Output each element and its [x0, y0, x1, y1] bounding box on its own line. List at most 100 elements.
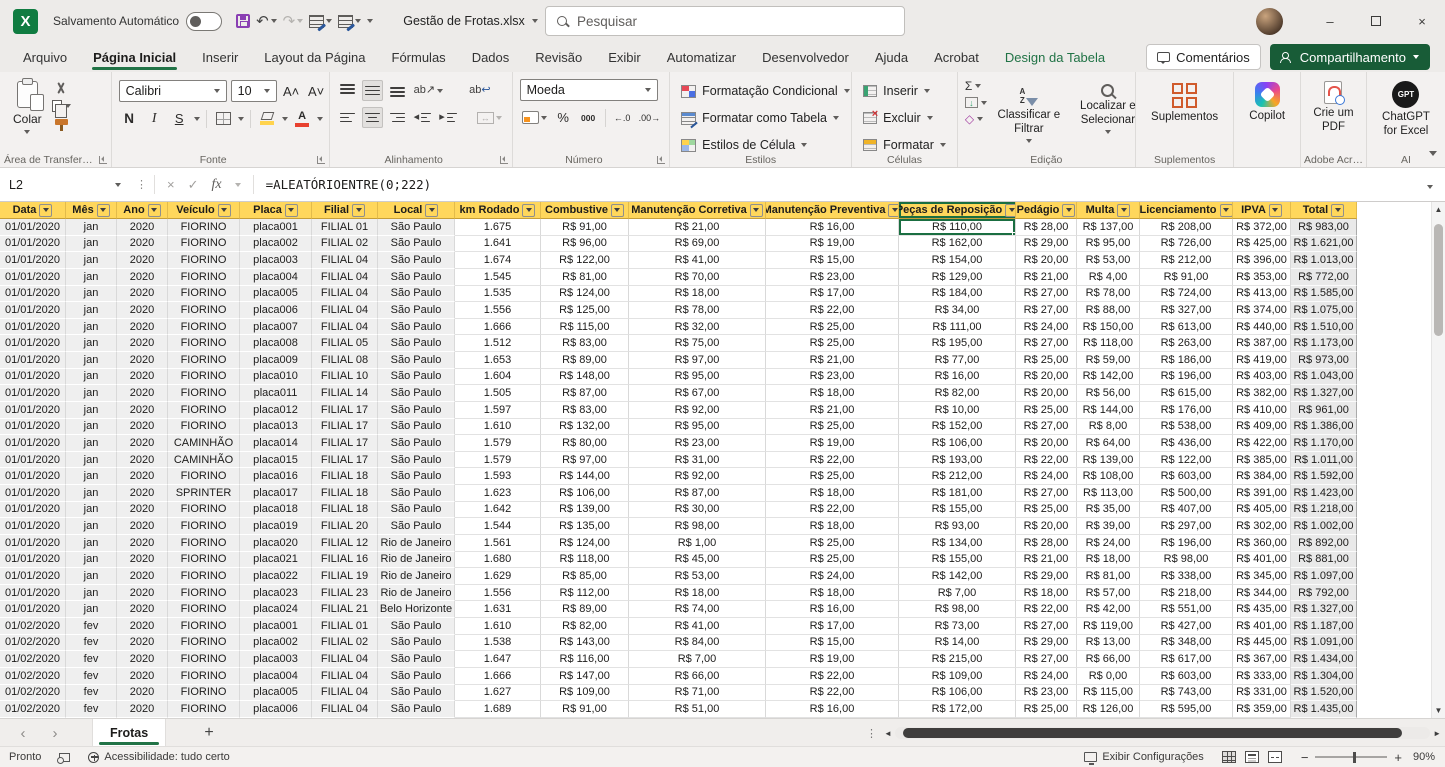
- cell[interactable]: jan: [66, 485, 117, 502]
- cell[interactable]: jan: [66, 435, 117, 452]
- cell[interactable]: R$ 215,00: [899, 651, 1016, 668]
- cell[interactable]: 2020: [117, 335, 168, 352]
- cell[interactable]: R$ 1.386,00: [1291, 419, 1357, 436]
- filter-button[interactable]: [1220, 204, 1233, 217]
- cell[interactable]: 01/01/2020: [0, 568, 66, 585]
- cell[interactable]: jan: [66, 452, 117, 469]
- cell[interactable]: R$ 0,00: [1077, 668, 1140, 685]
- cell[interactable]: placa006: [240, 302, 312, 319]
- cell[interactable]: R$ 74,00: [629, 601, 766, 618]
- tab-pagina-inicial[interactable]: Página Inicial: [80, 42, 189, 72]
- cell[interactable]: R$ 20,00: [1016, 252, 1077, 269]
- column-header-local[interactable]: Local: [378, 202, 455, 219]
- cell[interactable]: São Paulo: [378, 485, 455, 502]
- cell[interactable]: jan: [66, 402, 117, 419]
- cell[interactable]: R$ 95,00: [629, 419, 766, 436]
- underline-button[interactable]: S: [169, 108, 190, 129]
- cell[interactable]: São Paulo: [378, 269, 455, 286]
- cell[interactable]: FIORINO: [168, 252, 240, 269]
- cell[interactable]: FILIAL 18: [312, 485, 378, 502]
- cell[interactable]: 1.561: [455, 535, 541, 552]
- cell[interactable]: FILIAL 17: [312, 419, 378, 436]
- cell[interactable]: 1.629: [455, 568, 541, 585]
- cell[interactable]: 1.623: [455, 485, 541, 502]
- cell[interactable]: 1.505: [455, 385, 541, 402]
- cell[interactable]: jan: [66, 385, 117, 402]
- cell[interactable]: R$ 401,00: [1233, 618, 1291, 635]
- cell[interactable]: FIORINO: [168, 468, 240, 485]
- chevron-down-icon[interactable]: [975, 84, 981, 88]
- cell[interactable]: R$ 413,00: [1233, 286, 1291, 303]
- cell[interactable]: R$ 88,00: [1077, 302, 1140, 319]
- cell[interactable]: R$ 1.218,00: [1291, 502, 1357, 519]
- chevron-down-icon[interactable]: [981, 101, 987, 105]
- cell[interactable]: FIORINO: [168, 302, 240, 319]
- cell[interactable]: R$ 56,00: [1077, 385, 1140, 402]
- cell[interactable]: R$ 7,00: [899, 585, 1016, 602]
- cell[interactable]: FILIAL 05: [312, 335, 378, 352]
- filter-button[interactable]: [1269, 204, 1282, 217]
- cell[interactable]: São Paulo: [378, 618, 455, 635]
- cell[interactable]: R$ 16,00: [899, 369, 1016, 386]
- cell[interactable]: FIORINO: [168, 552, 240, 569]
- expand-formula-bar-button[interactable]: [1427, 176, 1433, 194]
- cell[interactable]: FIORINO: [168, 651, 240, 668]
- cell[interactable]: R$ 13,00: [1077, 635, 1140, 652]
- paste-button[interactable]: Colar: [7, 79, 48, 136]
- cell[interactable]: São Paulo: [378, 219, 455, 236]
- cell[interactable]: R$ 85,00: [541, 568, 629, 585]
- wrap-text-button[interactable]: ab↩: [467, 80, 492, 101]
- cell[interactable]: R$ 89,00: [541, 352, 629, 369]
- cell[interactable]: 2020: [117, 502, 168, 519]
- cell[interactable]: São Paulo: [378, 468, 455, 485]
- dialog-launcher-icon[interactable]: [657, 156, 665, 164]
- cell[interactable]: CAMINHÃO: [168, 452, 240, 469]
- fill-button[interactable]: ↓: [965, 97, 987, 108]
- cell[interactable]: R$ 143,00: [541, 635, 629, 652]
- cell[interactable]: FILIAL 23: [312, 585, 378, 602]
- cell[interactable]: R$ 353,00: [1233, 269, 1291, 286]
- cell[interactable]: R$ 155,00: [899, 502, 1016, 519]
- cell[interactable]: R$ 109,00: [541, 685, 629, 702]
- cell[interactable]: R$ 333,00: [1233, 668, 1291, 685]
- cell[interactable]: R$ 422,00: [1233, 435, 1291, 452]
- cell[interactable]: placa019: [240, 518, 312, 535]
- cell[interactable]: R$ 208,00: [1140, 219, 1233, 236]
- cell[interactable]: 01/01/2020: [0, 502, 66, 519]
- cell[interactable]: R$ 263,00: [1140, 335, 1233, 352]
- cell[interactable]: placa014: [240, 435, 312, 452]
- cell[interactable]: R$ 360,00: [1233, 535, 1291, 552]
- cell[interactable]: FILIAL 16: [312, 552, 378, 569]
- cell[interactable]: R$ 24,00: [1016, 319, 1077, 336]
- horizontal-scroll-thumb[interactable]: [903, 728, 1402, 738]
- cell[interactable]: R$ 139,00: [1077, 452, 1140, 469]
- cell[interactable]: R$ 152,00: [899, 419, 1016, 436]
- cell[interactable]: R$ 22,00: [766, 685, 899, 702]
- cell[interactable]: 2020: [117, 585, 168, 602]
- italic-button[interactable]: I: [144, 108, 165, 129]
- clear-button[interactable]: ◇: [965, 112, 987, 126]
- cell[interactable]: R$ 1.423,00: [1291, 485, 1357, 502]
- page-layout-view-button[interactable]: [1245, 751, 1259, 763]
- cell[interactable]: R$ 387,00: [1233, 335, 1291, 352]
- filter-button[interactable]: [1062, 204, 1075, 217]
- increase-indent-button[interactable]: ▸: [437, 107, 459, 128]
- cell[interactable]: FILIAL 04: [312, 252, 378, 269]
- cell[interactable]: R$ 1.011,00: [1291, 452, 1357, 469]
- cell[interactable]: R$ 551,00: [1140, 601, 1233, 618]
- cell[interactable]: R$ 19,00: [766, 435, 899, 452]
- cell[interactable]: FILIAL 17: [312, 402, 378, 419]
- formula-input[interactable]: =ALEATÓRIOENTRE(0;222): [254, 177, 432, 192]
- cell[interactable]: 01/01/2020: [0, 585, 66, 602]
- cell[interactable]: R$ 41,00: [629, 252, 766, 269]
- cell[interactable]: jan: [66, 335, 117, 352]
- cell[interactable]: R$ 367,00: [1233, 651, 1291, 668]
- column-header-data[interactable]: Data: [0, 202, 66, 219]
- cell[interactable]: 2020: [117, 668, 168, 685]
- cell[interactable]: 1.535: [455, 286, 541, 303]
- cell[interactable]: R$ 25,00: [766, 552, 899, 569]
- cell[interactable]: R$ 98,00: [899, 601, 1016, 618]
- chevron-down-icon[interactable]: [194, 117, 200, 121]
- copy-icon[interactable]: [52, 100, 62, 112]
- cell[interactable]: R$ 126,00: [1077, 701, 1140, 718]
